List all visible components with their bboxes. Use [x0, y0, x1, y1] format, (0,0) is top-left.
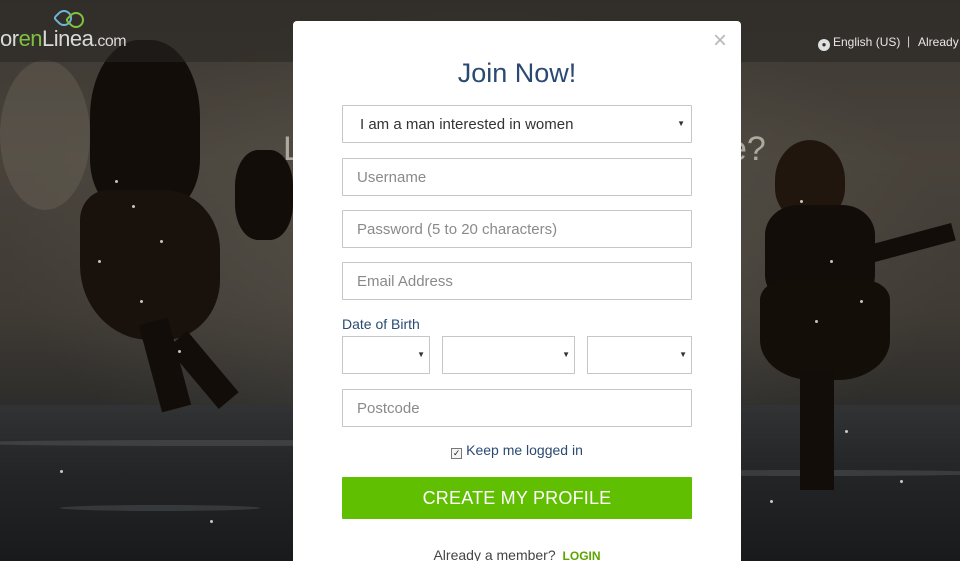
dob-month-select[interactable]: ▼ — [442, 336, 575, 374]
sparkle — [178, 350, 181, 353]
header-separator: | — [907, 34, 911, 48]
language-label: English (US) — [833, 35, 901, 49]
sparkle — [845, 430, 848, 433]
language-selector[interactable]: ● English (US) — [818, 35, 900, 51]
logo-suffix: .com — [93, 33, 127, 50]
orientation-select-value: I am a man interested in women — [360, 116, 574, 133]
username-placeholder: Username — [357, 169, 427, 186]
login-link[interactable]: LOGIN — [563, 549, 601, 561]
sparkle — [900, 480, 903, 483]
username-input[interactable]: Username — [342, 158, 692, 196]
logo-text-accent: en — [18, 26, 43, 51]
join-modal: × Join Now! I am a man interested in wom… — [293, 21, 741, 561]
sparkle — [140, 300, 143, 303]
sparkle — [132, 205, 135, 208]
sparkle — [98, 260, 101, 263]
already-member-text: Already a member? — [433, 547, 556, 561]
dob-year-select[interactable]: ▼ — [587, 336, 692, 374]
chevron-down-icon: ▼ — [417, 350, 425, 359]
dob-label: Date of Birth — [342, 316, 420, 332]
close-icon[interactable]: × — [713, 29, 727, 53]
sparkle — [830, 260, 833, 263]
email-input[interactable]: Email Address — [342, 262, 692, 300]
postcode-input[interactable]: Postcode — [342, 389, 692, 427]
sparkle — [115, 180, 118, 183]
sparkle — [770, 500, 773, 503]
postcode-placeholder: Postcode — [357, 400, 420, 417]
sparkle — [860, 300, 863, 303]
site-logo[interactable]: orenLinea.com — [0, 26, 127, 52]
create-profile-button[interactable]: CREATE MY PROFILE — [342, 477, 692, 519]
password-input[interactable]: Password (5 to 20 characters) — [342, 210, 692, 248]
sparkle — [815, 320, 818, 323]
chevron-down-icon: ▼ — [679, 350, 687, 359]
password-placeholder: Password (5 to 20 characters) — [357, 221, 558, 238]
email-placeholder: Email Address — [357, 273, 453, 290]
keep-logged-in[interactable]: ✓ Keep me logged in — [293, 442, 741, 459]
chevron-down-icon: ▼ — [562, 350, 570, 359]
already-member-footer: Already a member? LOGIN — [293, 547, 741, 561]
keep-logged-in-label: Keep me logged in — [466, 442, 583, 458]
globe-icon: ● — [818, 39, 830, 51]
modal-title: Join Now! — [457, 58, 577, 88]
dob-day-select[interactable]: ▼ — [342, 336, 430, 374]
orientation-select[interactable]: I am a man interested in women ▼ — [342, 105, 692, 143]
checkbox-icon[interactable]: ✓ — [451, 448, 463, 459]
sparkle — [60, 470, 63, 473]
logo-text: Linea — [42, 26, 94, 51]
chevron-down-icon: ▼ — [677, 119, 685, 128]
sparkle — [160, 240, 163, 243]
sparkle — [800, 200, 803, 203]
already-member-link[interactable]: Already — [918, 35, 959, 49]
logo-text: or — [0, 26, 19, 51]
sparkle — [210, 520, 213, 523]
